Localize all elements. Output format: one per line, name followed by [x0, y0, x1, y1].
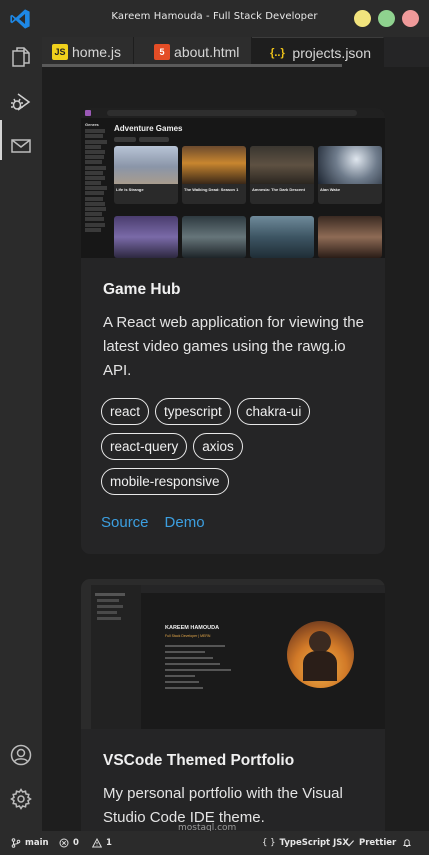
maximize-button[interactable]	[378, 10, 395, 27]
project-screenshot: KAREEM HAMOUDA Full Stack Developer | ME…	[81, 579, 385, 729]
game-card: Life is Strange	[114, 146, 178, 204]
sort-filter	[139, 137, 169, 142]
search-bar	[107, 110, 357, 116]
notifications-bell-icon[interactable]	[402, 838, 412, 848]
mail-icon[interactable]	[9, 134, 33, 158]
project-title: Game Hub	[103, 281, 181, 298]
check-icon	[346, 840, 355, 847]
window-controls	[354, 10, 419, 27]
screenshot-heading: Adventure Games	[114, 124, 183, 133]
tab-label: about.html	[174, 44, 240, 60]
project-description: My personal portfolio with the Visual St…	[103, 785, 343, 826]
tag-list: react typescript chakra-ui react-query a…	[101, 398, 371, 495]
formatter-label: Prettier	[359, 838, 397, 848]
html5-icon: 5	[154, 44, 171, 60]
error-icon	[59, 838, 69, 848]
tag-react-query: react-query	[101, 433, 188, 460]
demo-link[interactable]: Demo	[165, 514, 205, 531]
screenshot-explorer	[91, 585, 141, 729]
errors-count: 0	[73, 838, 79, 848]
braces-icon: { }	[262, 838, 276, 848]
avatar	[287, 621, 354, 688]
tag-mobile-responsive: mobile-responsive	[101, 468, 229, 495]
platform-filter	[114, 137, 136, 142]
tag-react: react	[101, 398, 150, 425]
editor-main: Genres Adventure Games Life is Strange T…	[42, 67, 429, 831]
title-bar: Kareem Hamouda - Full Stack Developer	[0, 0, 429, 37]
language-mode[interactable]: { } TypeScript JSX	[262, 838, 349, 848]
minimize-button[interactable]	[354, 10, 371, 27]
project-links: Source Demo	[101, 514, 205, 531]
json-icon: {..}	[270, 47, 285, 59]
tab-about-html[interactable]: 5 about.html	[134, 37, 253, 67]
branch-indicator[interactable]: main	[11, 838, 49, 848]
editor-tabs: JS home.js 5 about.html {..} projects.js…	[42, 37, 429, 67]
tag-axios: axios	[193, 433, 243, 460]
branch-name: main	[25, 838, 49, 848]
close-button[interactable]	[402, 10, 419, 27]
game-card-image	[318, 216, 382, 258]
project-title: VSCode Themed Portfolio	[103, 752, 295, 769]
game-card-image	[114, 216, 178, 258]
screenshot-lines	[165, 645, 235, 693]
source-link[interactable]: Source	[101, 514, 149, 531]
tab-home-js[interactable]: JS home.js	[42, 37, 135, 67]
game-card: Alan Wake	[318, 146, 382, 204]
project-description: A React web application for viewing the …	[103, 314, 364, 379]
files-icon[interactable]	[9, 45, 33, 69]
screenshot-activity-bar	[81, 585, 91, 729]
activity-bar	[0, 37, 42, 831]
genres-heading: Genres	[85, 122, 99, 127]
tab-label: home.js	[72, 44, 122, 60]
account-icon[interactable]	[9, 743, 33, 767]
screenshot-role: Full Stack Developer | MERN	[165, 634, 211, 638]
game-card: The Walking Dead: Season 1	[182, 146, 246, 204]
game-card-image	[182, 216, 246, 258]
game-card-image	[250, 216, 314, 258]
genre-list	[85, 128, 109, 233]
tab-projects-json[interactable]: {..} projects.json	[252, 37, 384, 67]
js-icon: JS	[52, 44, 68, 60]
tag-typescript: typescript	[155, 398, 231, 425]
formatter-indicator[interactable]: Prettier	[345, 838, 396, 848]
project-card-vscode-portfolio: KAREEM HAMOUDA Full Stack Developer | ME…	[81, 579, 385, 831]
screenshot-name: KAREEM HAMOUDA	[165, 625, 220, 631]
language-label: TypeScript JSX	[279, 838, 349, 848]
app-logo-icon	[85, 110, 91, 116]
game-card: Amnesia: The Dark Descent	[250, 146, 314, 204]
run-debug-icon[interactable]	[9, 90, 33, 114]
active-indicator	[0, 120, 2, 160]
project-screenshot: Genres Adventure Games Life is Strange T…	[81, 108, 385, 258]
warnings-indicator[interactable]: 1	[92, 838, 112, 848]
tab-label: projects.json	[292, 44, 371, 61]
tag-chakra-ui: chakra-ui	[236, 398, 311, 425]
screenshot-tabs	[141, 585, 385, 593]
warnings-count: 1	[106, 838, 112, 848]
project-card-game-hub: Genres Adventure Games Life is Strange T…	[81, 108, 385, 554]
git-branch-icon	[11, 838, 21, 848]
screenshot-topbar	[81, 108, 385, 118]
settings-gear-icon[interactable]	[9, 787, 33, 811]
status-bar: main 0 1 { } TypeScript JSX Prettier	[0, 831, 429, 855]
warning-icon	[92, 838, 102, 848]
errors-indicator[interactable]: 0	[59, 838, 79, 848]
